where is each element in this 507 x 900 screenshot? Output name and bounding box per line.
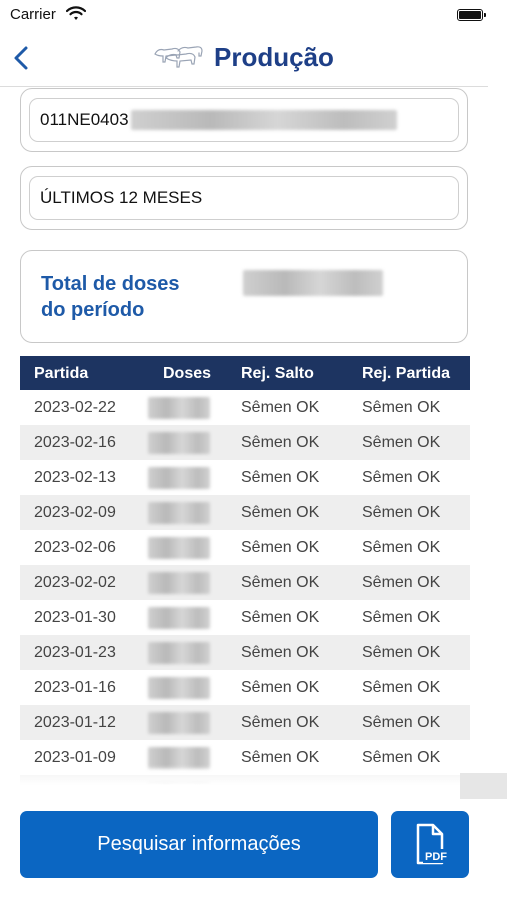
table-row: 2023-02-22 Sêmen OK Sêmen OK <box>20 390 470 425</box>
redacted-doses-cell <box>148 397 210 419</box>
cell-rej-salto: Sêmen OK <box>241 504 320 521</box>
status-bar: Carrier <box>0 0 507 32</box>
animal-field[interactable]: 011NE0403 <box>29 98 459 142</box>
cell-partida: 2023-02-22 <box>34 399 116 416</box>
page-title: Produção <box>214 42 334 72</box>
table-row: 2023-02-06 Sêmen OK Sêmen OK <box>20 530 470 565</box>
period-card: ÚLTIMOS 12 MESES <box>20 166 468 230</box>
production-table: Partida Doses Rej. Salto Rej. Partida 20… <box>20 356 470 791</box>
header-rej-partida: Rej. Partida <box>362 365 451 382</box>
cell-rej-salto: Sêmen OK <box>241 539 320 556</box>
carrier-label: Carrier <box>10 6 56 23</box>
redacted-doses-cell <box>148 432 210 454</box>
cell-partida: 2023-01-12 <box>34 714 116 731</box>
navigation-bar: Produção <box>0 32 488 87</box>
header-partida: Partida <box>34 365 89 382</box>
cell-rej-salto: Sêmen OK <box>241 644 320 661</box>
cell-partida: 2023-02-06 <box>34 539 116 556</box>
redacted-doses-cell <box>148 502 210 524</box>
cell-rej-salto: Sêmen OK <box>241 399 320 416</box>
pdf-button[interactable]: PDF <box>391 811 469 878</box>
cell-partida: 2023-02-16 <box>34 434 116 451</box>
period-value: ÚLTIMOS 12 MESES <box>40 188 203 207</box>
pdf-label: PDF <box>425 851 447 863</box>
animal-card: 011NE0403 <box>20 88 468 152</box>
redacted-animal-name <box>130 110 397 130</box>
redacted-doses-cell <box>148 642 210 664</box>
cell-partida: 2023-02-02 <box>34 574 116 591</box>
cell-partida: 2023-01-30 <box>34 609 116 626</box>
cell-partida: 2023-01-23 <box>34 644 116 661</box>
scroll-fade <box>20 764 470 791</box>
redacted-total-value <box>243 270 383 296</box>
cell-rej-partida: Sêmen OK <box>362 574 441 591</box>
table-row: 2023-02-13 Sêmen OK Sêmen OK <box>20 460 470 495</box>
cell-rej-partida: Sêmen OK <box>362 679 441 696</box>
period-select[interactable]: ÚLTIMOS 12 MESES <box>29 176 459 220</box>
cell-rej-salto: Sêmen OK <box>241 574 320 591</box>
table-row: 2023-01-30 Sêmen OK Sêmen OK <box>20 600 470 635</box>
total-doses-card: Total de doses do período <box>20 250 468 343</box>
back-button[interactable] <box>8 40 38 76</box>
table-row: 2023-01-23 Sêmen OK Sêmen OK <box>20 635 470 670</box>
scroll-edge <box>460 773 507 799</box>
cattle-logo-icon <box>152 42 204 77</box>
cell-partida: 2023-02-09 <box>34 504 116 521</box>
search-button[interactable]: Pesquisar informações <box>20 811 378 878</box>
table-row: 2023-01-16 Sêmen OK Sêmen OK <box>20 670 470 705</box>
table-row: 2023-01-12 Sêmen OK Sêmen OK <box>20 705 470 740</box>
cell-rej-partida: Sêmen OK <box>362 434 441 451</box>
table-row: 2023-02-02 Sêmen OK Sêmen OK <box>20 565 470 600</box>
cell-rej-partida: Sêmen OK <box>362 504 441 521</box>
cell-rej-partida: Sêmen OK <box>362 609 441 626</box>
redacted-doses-cell <box>148 712 210 734</box>
cell-rej-salto: Sêmen OK <box>241 679 320 696</box>
chevron-left-icon <box>14 46 28 70</box>
cell-partida: 2023-02-13 <box>34 469 116 486</box>
redacted-doses-cell <box>148 537 210 559</box>
header-doses: Doses <box>163 365 212 382</box>
cell-rej-partida: Sêmen OK <box>362 714 441 731</box>
table-header: Partida Doses Rej. Salto Rej. Partida <box>20 356 470 390</box>
table-row: 2023-02-16 Sêmen OK Sêmen OK <box>20 425 470 460</box>
cell-rej-partida: Sêmen OK <box>362 399 441 416</box>
cell-rej-salto: Sêmen OK <box>241 609 320 626</box>
cell-rej-salto: Sêmen OK <box>241 469 320 486</box>
redacted-doses-cell <box>148 572 210 594</box>
wifi-icon <box>65 6 87 26</box>
animal-code: 011NE0403 <box>40 110 129 129</box>
cell-rej-salto: Sêmen OK <box>241 434 320 451</box>
total-doses-label: Total de doses do período <box>41 273 180 321</box>
redacted-doses-cell <box>148 677 210 699</box>
cell-rej-salto: Sêmen OK <box>241 714 320 731</box>
redacted-doses-cell <box>148 467 210 489</box>
cell-rej-partida: Sêmen OK <box>362 469 441 486</box>
header-rej-salto: Rej. Salto <box>241 365 314 382</box>
pdf-file-icon: PDF <box>416 823 449 865</box>
battery-icon <box>457 9 486 21</box>
cell-partida: 2023-01-16 <box>34 679 116 696</box>
redacted-doses-cell <box>148 607 210 629</box>
cell-rej-partida: Sêmen OK <box>362 644 441 661</box>
table-row: 2023-02-09 Sêmen OK Sêmen OK <box>20 495 470 530</box>
table-body[interactable]: 2023-02-22 Sêmen OK Sêmen OK 2023-02-16 Sême… <box>20 390 470 791</box>
cell-rej-partida: Sêmen OK <box>362 539 441 556</box>
